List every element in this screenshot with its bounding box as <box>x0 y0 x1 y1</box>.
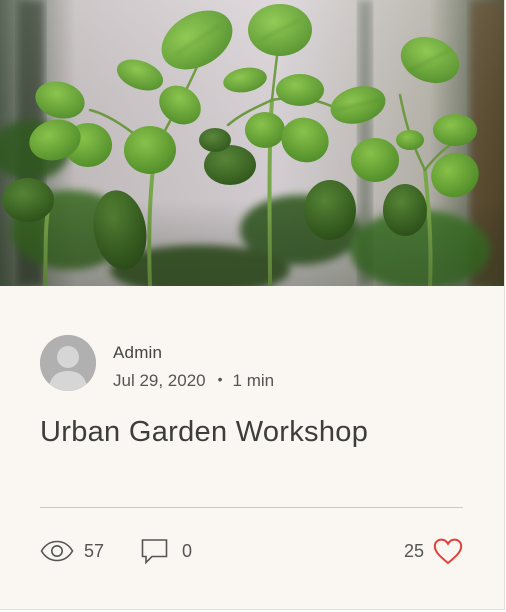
likes-count: 25 <box>403 540 424 561</box>
divider <box>40 507 463 508</box>
views-count: 57 <box>84 540 105 561</box>
likes-stat: 25 <box>404 534 463 568</box>
eye-icon <box>40 540 74 562</box>
post-meta: Jul 29, 2020 • 1 min <box>113 371 274 391</box>
post-stats: 57 0 25 <box>40 534 463 568</box>
views-stat: 57 <box>40 534 104 568</box>
author-name[interactable]: Admin <box>113 343 162 363</box>
blog-post-card[interactable]: Admin Jul 29, 2020 • 1 min Urban Garden Wo… <box>0 0 505 610</box>
meta-separator: • <box>217 371 223 387</box>
read-time: 1 min <box>232 371 275 390</box>
heart-outline-icon[interactable] <box>433 538 463 565</box>
comments-count: 0 <box>182 540 193 561</box>
post-date: Jul 29, 2020 <box>113 371 206 390</box>
post-title[interactable]: Urban Garden Workshop <box>40 416 368 449</box>
user-silhouette-icon <box>40 335 96 391</box>
comment-icon <box>141 538 168 564</box>
cover-image[interactable] <box>0 0 504 286</box>
author-row: Admin Jul 29, 2020 • 1 min <box>40 335 460 391</box>
comments-stat[interactable]: 0 <box>141 534 192 568</box>
seedlings-photo <box>0 0 504 286</box>
author-avatar[interactable] <box>40 335 96 391</box>
